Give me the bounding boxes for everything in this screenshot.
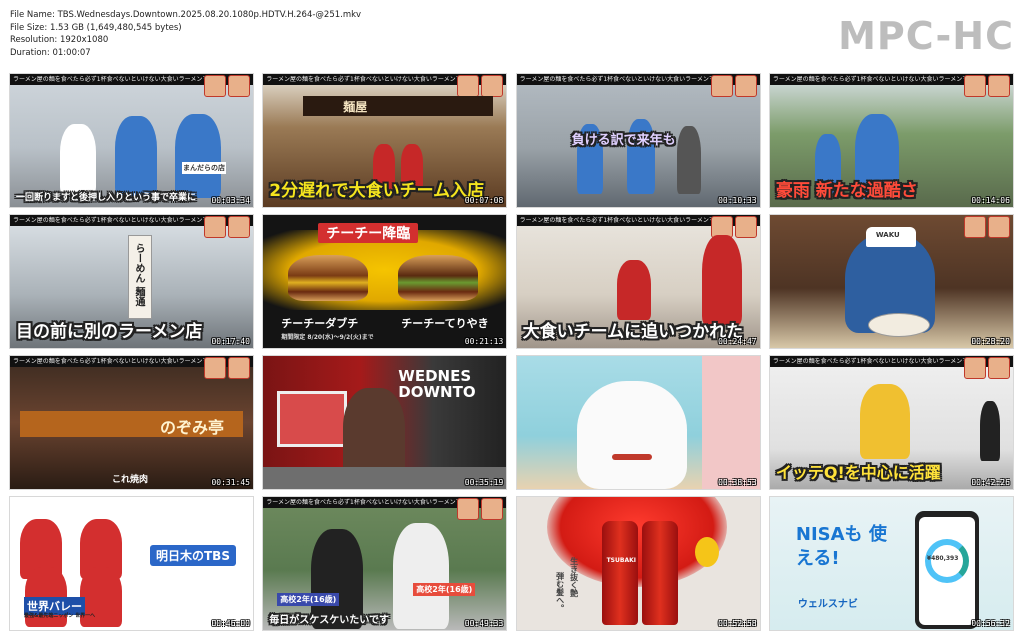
promo-period: 期間限定 8/20(水)～9/2(火)まで: [281, 334, 374, 341]
studio-logo: WEDNES DOWNTO: [398, 367, 476, 401]
brand-label: TSUBAKI: [606, 557, 636, 564]
duration: Duration: 01:00:07: [10, 47, 91, 58]
wipe-faces: [457, 498, 504, 520]
thumbnail-5[interactable]: ラーメン屋の麺を食べたら必ず1杯食べないといけない大食いラーメンマラソン らーめ…: [10, 215, 253, 348]
caption: 2分遅れで大食いチーム入店: [269, 181, 485, 201]
caption: 毎日がスケスケいたいです: [269, 615, 389, 626]
product-left: チーチーダブチ: [281, 317, 359, 330]
thumbnail-12[interactable]: ラーメン屋の麺を食べたら必ず1杯食べないといけない大食いラーメンマラソン イッテ…: [769, 356, 1013, 489]
timestamp: 00:31:45: [211, 478, 250, 487]
thumbnail-8[interactable]: WAKU 00:28:20: [769, 215, 1013, 348]
thumbnail-10[interactable]: WEDNES DOWNTO 00:35:19: [263, 356, 507, 489]
timestamp: 00:42:26: [971, 478, 1010, 487]
brand-logo: ウェルスナビ: [797, 599, 858, 610]
wipe-faces: [204, 75, 250, 97]
ad-copy: 生き抜く艶: [569, 557, 579, 597]
wipe-faces: [963, 216, 1010, 238]
thumbnail-7[interactable]: ラーメン屋の麺を食べたら必ず1杯食べないといけない大食いラーメンマラソン 大食い…: [516, 215, 760, 348]
resolution: Resolution: 1920x1080: [10, 35, 109, 46]
timestamp: 00:56:32: [971, 619, 1010, 628]
thumbnail-9[interactable]: ラーメン屋の麺を食べたら必ず1杯食べないといけない大食いラーメンマラソン のぞみ…: [10, 356, 253, 489]
timestamp: 00:10:33: [718, 196, 757, 205]
wipe-faces: [204, 216, 250, 238]
restaurant-sign: のぞみ亭: [160, 418, 225, 437]
thumbnail-grid: ラーメン屋の麺を食べたら必ず1杯食べないといけない大食いラーメンマラソン まんだ…: [10, 74, 1014, 630]
thumbnail-16[interactable]: NISAも 使える! ウェルスナビ ¥480,393 00:56:32: [769, 497, 1013, 630]
ad-headline: NISAも 使える!: [795, 524, 887, 569]
timestamp: 00:17:40: [211, 337, 250, 346]
product-right: チーチーてりやき: [401, 317, 489, 330]
wipe-faces: [963, 357, 1010, 379]
shop-sign: 麺屋: [343, 100, 368, 114]
mpc-hc-logo: MPC-HC: [838, 14, 1014, 58]
promo-text: 明日木のTBS: [150, 545, 236, 566]
file-size: File Size: 1.53 GB (1,649,480,545 bytes): [10, 22, 182, 33]
timestamp: 00:35:19: [464, 478, 504, 487]
caption: イッテQ!を中心に活躍: [775, 463, 941, 482]
promo-title: チーチー降臨: [318, 223, 419, 243]
file-name: File Name: TBS.Wednesdays.Downtown.2025.…: [10, 10, 362, 20]
bandana-text: WAKU: [875, 231, 900, 239]
wipe-faces: [963, 75, 1010, 97]
timestamp: 00:38:53: [718, 478, 757, 487]
tag-left: 高校2年(16歳): [277, 593, 340, 606]
file-info: File Name: TBS.Wednesdays.Downtown.2025.…: [10, 9, 361, 59]
thumbnail-11[interactable]: 00:38:53: [516, 356, 760, 489]
timestamp: 00:46:00: [211, 619, 250, 628]
timestamp: 00:21:13: [464, 337, 504, 346]
timestamp: 00:03:34: [211, 196, 250, 205]
phone-amount: ¥480,393: [926, 555, 959, 562]
thumbnail-4[interactable]: ラーメン屋の麺を食べたら必ず1杯食べないといけない大食いラーメンマラソン 豪雨 …: [769, 74, 1013, 207]
caption: 一回断りますと後押し入りという事で卒業に: [16, 193, 197, 203]
caption: 豪雨 新たな過酷さ: [775, 181, 918, 201]
ad-copy-sub: 弾む髪へ。: [555, 572, 565, 612]
timestamp: 00:52:58: [718, 619, 757, 628]
timestamp: 00:24:47: [718, 337, 757, 346]
timestamp: 00:49:33: [464, 619, 504, 628]
caption: 大食いチームに追いつかれた: [522, 322, 744, 342]
thumbnail-15[interactable]: TSUBAKI 生き抜く艶 弾む髪へ。 00:52:58: [516, 497, 760, 630]
timestamp: 00:07:08: [464, 196, 504, 205]
tag-right: 高校2年(16歳): [413, 583, 476, 596]
timestamp: 00:14:06: [971, 196, 1010, 205]
wipe-faces: [204, 357, 250, 379]
thumbnail-13[interactable]: 明日木のTBS 世界バレー 最強&最先端ニッポン 世界一へ 00:46:00: [10, 497, 253, 630]
wipe-faces: [457, 75, 504, 97]
timestamp: 00:28:20: [971, 337, 1010, 346]
bib-sign: まんだらの店: [182, 162, 226, 174]
thumbnail-2[interactable]: ラーメン屋の麺を食べたら必ず1杯食べないといけない大食いラーメンマラソン 麺屋 …: [263, 74, 507, 207]
promo-sub2: 最強&最先端ニッポン 世界一へ: [24, 613, 96, 619]
thumbnail-3[interactable]: ラーメン屋の麺を食べたら必ず1杯食べないといけない大食いラーメンマラソン 負ける…: [516, 74, 760, 207]
caption: 負ける訳で来年も: [571, 133, 676, 148]
thumbnail-6[interactable]: チーチー降臨 チーチーダブチ チーチーてりやき 期間限定 8/20(水)～9/2…: [263, 215, 507, 348]
caption: これ焼肉: [112, 475, 149, 485]
thumbnail-14[interactable]: ラーメン屋の麺を食べたら必ず1杯食べないといけない大食いラーメンマラソン 高校2…: [263, 497, 507, 630]
ramen-sign: らーめん 麺通: [133, 243, 144, 307]
thumbnail-1[interactable]: ラーメン屋の麺を食べたら必ず1杯食べないといけない大食いラーメンマラソン まんだ…: [10, 74, 253, 207]
wipe-faces: [710, 75, 757, 97]
caption: 目の前に別のラーメン店: [16, 322, 203, 342]
